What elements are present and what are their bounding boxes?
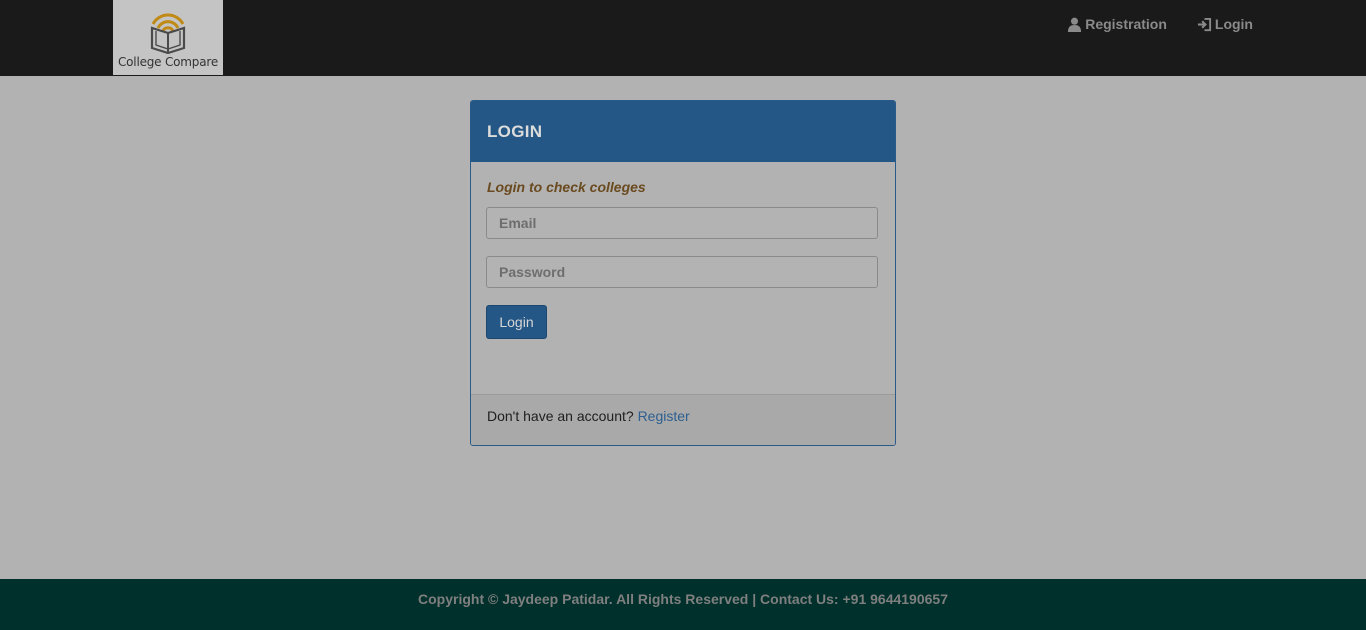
no-account-text: Don't have an account? xyxy=(487,408,638,424)
email-field[interactable] xyxy=(486,207,878,239)
password-field[interactable] xyxy=(486,256,878,288)
nav-links: Registration Login xyxy=(1067,16,1253,32)
login-panel-footer: Don't have an account? Register xyxy=(471,394,895,445)
brand-name: College Compare xyxy=(117,55,219,69)
register-link[interactable]: Register xyxy=(638,408,690,424)
login-button[interactable]: Login xyxy=(486,305,547,339)
brand-logo[interactable]: College Compare xyxy=(113,0,223,75)
sign-in-icon xyxy=(1197,17,1211,31)
login-panel-title: LOGIN xyxy=(471,101,895,162)
page-footer: Copyright © Jaydeep Patidar. All Rights … xyxy=(0,579,1366,630)
nav-registration-link[interactable]: Registration xyxy=(1067,16,1167,32)
user-icon xyxy=(1068,17,1082,32)
login-subtitle: Login to check colleges xyxy=(487,179,646,195)
login-panel: LOGIN Login to check colleges Login Don'… xyxy=(470,100,896,446)
copyright-text: Copyright © Jaydeep Patidar. All Rights … xyxy=(418,591,948,607)
nav-login-label: Login xyxy=(1214,16,1253,32)
top-navbar: College Compare Registration Login xyxy=(0,0,1366,76)
nav-registration-label: Registration xyxy=(1085,16,1167,32)
book-wifi-logo-icon xyxy=(150,13,186,54)
nav-login-link[interactable]: Login xyxy=(1197,16,1253,32)
